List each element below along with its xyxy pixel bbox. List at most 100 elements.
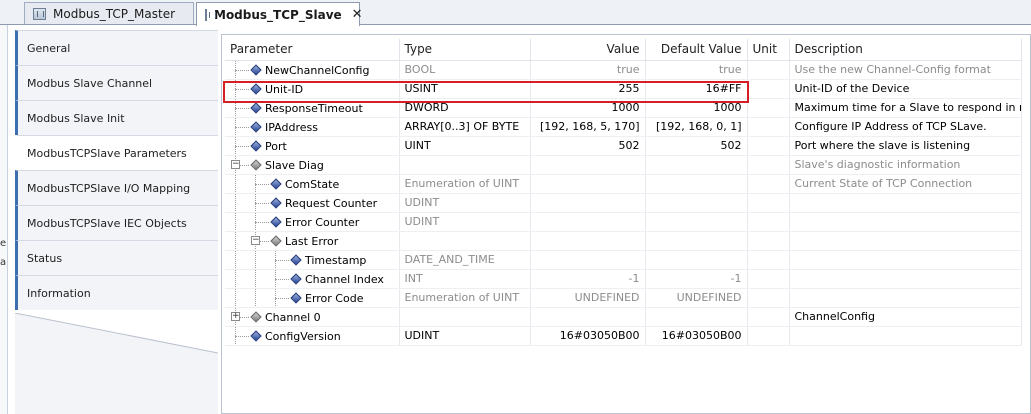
unit-cell	[747, 136, 790, 156]
description-cell: Configure IP Address of TCP SLave.	[789, 117, 1022, 137]
description-cell	[789, 231, 1022, 251]
table-row[interactable]: Error Code Enumeration of UINT UNDEFINED UN…	[225, 288, 1022, 308]
table-row[interactable]: ComState Enumeration of UINT Current State…	[225, 174, 1022, 194]
description-cell: ChannelConfig	[789, 307, 1022, 327]
parameter-cell[interactable]: Request Counter	[225, 193, 400, 213]
nav-item-modbus-slave-channel[interactable]: Modbus Slave Channel	[15, 65, 218, 100]
default-value-cell: [192, 168, 0, 1]	[645, 117, 748, 137]
nav-item-information[interactable]: Information	[15, 275, 218, 310]
table-row[interactable]: − Last Error	[225, 231, 1022, 251]
description-cell	[789, 288, 1022, 308]
tree-guide-line	[235, 212, 236, 230]
value-cell[interactable]	[530, 307, 646, 327]
description-cell	[789, 250, 1022, 270]
nav-item-modbustcpslave-io-mapping[interactable]: ModbusTCPSlave I/O Mapping	[15, 170, 218, 205]
description-cell: Use the new Channel-Config format	[789, 60, 1022, 80]
type-cell: UDINT	[399, 212, 531, 232]
column-header-default-value[interactable]: Default Value	[645, 39, 748, 61]
table-row[interactable]: Error Counter UDINT	[225, 212, 1022, 232]
table-row[interactable]: Timestamp DATE_AND_TIME	[225, 250, 1022, 270]
parameter-cell[interactable]: − Last Error	[225, 231, 400, 251]
parameter-name: Request Counter	[285, 196, 378, 210]
nav-item-label: ModbusTCPSlave I/O Mapping	[27, 181, 191, 195]
parameter-cell[interactable]: ComState	[225, 174, 400, 194]
value-cell[interactable]	[530, 193, 646, 213]
table-row[interactable]: Port UINT 502 502 Port where the slave is li…	[225, 136, 1022, 156]
nav-item-general[interactable]: General	[15, 30, 218, 65]
collapse-icon[interactable]: −	[231, 159, 240, 169]
parameter-gem-icon	[270, 234, 282, 247]
parameter-name: Last Error	[285, 234, 339, 248]
parameter-cell[interactable]: Timestamp	[225, 250, 400, 270]
parameter-cell[interactable]: Error Counter	[225, 212, 400, 232]
parameter-cell[interactable]: IPAddress	[225, 117, 400, 137]
close-icon[interactable]: ✕	[352, 7, 363, 22]
tab-modbus-tcp-master[interactable]: Modbus_TCP_Master	[24, 2, 194, 24]
column-header-type[interactable]: Type	[399, 39, 531, 61]
expand-icon[interactable]: +	[231, 311, 240, 321]
tree-branch-line	[235, 69, 249, 71]
parameter-cell[interactable]: NewChannelConfig	[225, 60, 400, 80]
value-cell[interactable]	[530, 212, 646, 232]
type-cell: UINT	[399, 136, 531, 156]
table-row[interactable]: ConfigVersion UDINT 16#03050B00 16#03050B00	[225, 326, 1022, 346]
nav-item-status[interactable]: Status	[15, 240, 218, 275]
type-cell: Enumeration of UINT	[399, 288, 531, 308]
nav-item-modbustcpslave-parameters[interactable]: ModbusTCPSlave Parameters	[15, 135, 218, 170]
parameter-name: Timestamp	[305, 253, 367, 267]
value-cell[interactable]: true	[530, 60, 646, 80]
value-cell[interactable]: 502	[530, 136, 646, 156]
default-value-cell: 16#03050B00	[645, 326, 748, 346]
parameter-cell[interactable]: Error Code	[225, 288, 400, 308]
nav-item-modbus-slave-init[interactable]: Modbus Slave Init	[15, 100, 218, 135]
parameter-cell[interactable]: ConfigVersion	[225, 326, 400, 346]
parameter-cell[interactable]: + Channel 0	[225, 307, 400, 327]
value-cell[interactable]	[530, 155, 646, 175]
tree-guide-line	[235, 231, 236, 249]
parameter-cell[interactable]: Channel Index	[225, 269, 400, 289]
column-header-description[interactable]: Description	[789, 39, 1022, 61]
nav-item-modbustcpslave-iec-objects[interactable]: ModbusTCPSlave IEC Objects	[15, 205, 218, 240]
description-cell	[789, 269, 1022, 289]
column-header-parameter[interactable]: Parameter	[225, 39, 400, 61]
parameter-cell[interactable]: − Slave Diag	[225, 155, 400, 175]
value-cell[interactable]: UNDEFINED	[530, 288, 646, 308]
parameter-cell[interactable]: Port	[225, 136, 400, 156]
unit-id-highlight-box	[223, 81, 749, 103]
unit-cell	[747, 307, 790, 327]
value-cell[interactable]	[530, 231, 646, 251]
table-row[interactable]: IPAddress ARRAY[0..3] OF BYTE [192, 168, 5…	[225, 117, 1022, 137]
value-cell[interactable]: 16#03050B00	[530, 326, 646, 346]
column-header-unit[interactable]: Unit	[747, 39, 790, 61]
table-row[interactable]: − Slave Diag Slave's diagnostic informatio…	[225, 155, 1022, 175]
value-cell[interactable]	[530, 174, 646, 194]
collapse-icon[interactable]: −	[251, 235, 260, 245]
tree-branch-line	[235, 145, 249, 147]
type-cell	[399, 155, 531, 175]
value-cell[interactable]: -1	[530, 269, 646, 289]
default-value-cell	[645, 250, 748, 270]
tree-guide-line	[235, 250, 236, 268]
table-row[interactable]: Channel Index INT -1 -1	[225, 269, 1022, 289]
table-row[interactable]: NewChannelConfig BOOL true true Use the new …	[225, 60, 1022, 80]
description-cell: Slave's diagnostic information	[789, 155, 1022, 175]
parameter-name: ComState	[285, 177, 340, 191]
tree-branch-line	[235, 126, 249, 128]
description-cell: Current State of TCP Connection	[789, 174, 1022, 194]
value-cell[interactable]: [192, 168, 5, 170]	[530, 117, 646, 137]
unit-cell	[747, 98, 790, 118]
value-cell[interactable]	[530, 250, 646, 270]
tab-modbus-tcp-slave[interactable]: Modbus_TCP_Slave ✕	[196, 2, 363, 26]
type-cell: ARRAY[0..3] OF BYTE	[399, 117, 531, 137]
default-value-cell: UNDEFINED	[645, 288, 748, 308]
parameter-gem-icon	[290, 291, 302, 304]
parameter-gem-icon	[250, 101, 262, 114]
table-row[interactable]: + Channel 0 ChannelConfig	[225, 307, 1022, 327]
description-cell: Port where the slave is listening	[789, 136, 1022, 156]
table-row[interactable]: Request Counter UDINT	[225, 193, 1022, 213]
tree-guide-line	[235, 288, 236, 306]
unit-cell	[747, 326, 790, 346]
device-tab-icon	[33, 7, 46, 20]
type-cell: UDINT	[399, 193, 531, 213]
column-header-value[interactable]: Value	[530, 39, 646, 61]
